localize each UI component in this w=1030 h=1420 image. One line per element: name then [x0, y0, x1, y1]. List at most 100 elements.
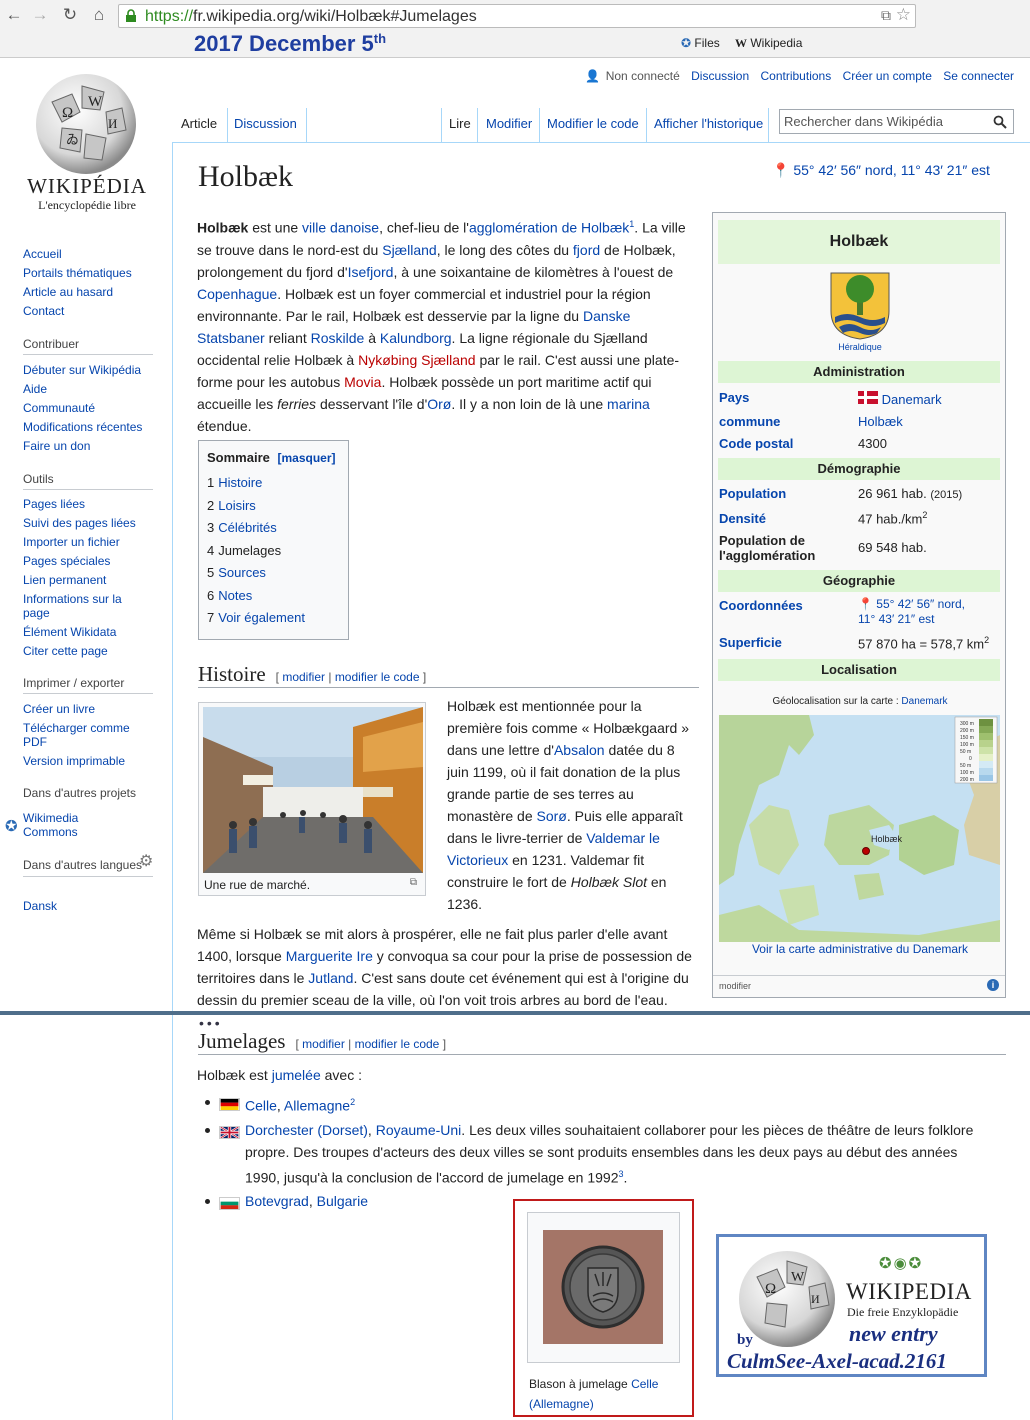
toc-item[interactable]: 3 Célébrités: [207, 517, 340, 540]
celle-emblem-image[interactable]: [527, 1212, 680, 1363]
intro-paragraph: Holbæk est une ville danoise, chef-lieu …: [197, 219, 686, 434]
tab-separator: [768, 108, 769, 142]
tab-article[interactable]: Article: [181, 116, 217, 140]
toplink-login[interactable]: Se connecter: [943, 69, 1014, 83]
translate-icon[interactable]: ⧉: [881, 7, 891, 24]
sidebar-item-portails[interactable]: Portails thématiques: [23, 264, 132, 283]
toc-item[interactable]: 7 Voir également: [207, 607, 340, 630]
info-icon[interactable]: i: [987, 979, 999, 991]
sidebar-item-contact[interactable]: Contact: [23, 302, 132, 321]
sidebar-item-wikidata[interactable]: Élément Wikidata: [23, 623, 138, 642]
city-link[interactable]: Celle: [245, 1098, 277, 1114]
edit-code-link[interactable]: modifier le code: [355, 1037, 440, 1051]
search-icon[interactable]: [993, 115, 1007, 129]
date-annotation: 2017 December 5th: [194, 31, 387, 56]
tab-historique[interactable]: Afficher l'historique: [654, 116, 763, 140]
country-link[interactable]: Royaume-Uni: [376, 1122, 462, 1138]
commune-link[interactable]: Holbæk: [858, 414, 903, 429]
edit-code-link[interactable]: modifier le code: [335, 670, 420, 684]
market-street-image[interactable]: Une rue de marché. ⧉: [198, 702, 426, 896]
infobox-coordinates[interactable]: 📍 55° 42′ 56″ nord, 11° 43′ 21″ est: [858, 597, 965, 627]
sidebar-item-suivi[interactable]: Suivi des pages liées: [23, 514, 138, 533]
sidebar-item-pages-liees[interactable]: Pages liées: [23, 495, 138, 514]
toplink-discussion[interactable]: Discussion: [691, 69, 749, 83]
address-bar[interactable]: https://fr.wikipedia.org/wiki/Holbæk#Jum…: [118, 4, 916, 28]
sidebar-item-pdf[interactable]: Télécharger comme PDF: [23, 721, 143, 749]
location-map[interactable]: Holbæk 300 m 200 m 150 m 100 m 50 m 0 50…: [719, 715, 1000, 942]
reload-icon[interactable]: ↻: [60, 5, 80, 25]
enlarge-icon[interactable]: ⧉: [410, 877, 417, 888]
infobox-edit-link[interactable]: modifier: [719, 981, 751, 991]
tab-modifier-code[interactable]: Modifier le code: [547, 116, 639, 140]
country-link[interactable]: Allemagne: [284, 1098, 350, 1114]
sidebar-item-aide[interactable]: Aide: [23, 380, 142, 399]
badge-tagline: Die freie Enzyklopädie: [847, 1305, 959, 1319]
admin-map-link[interactable]: Voir la carte administrative du Danemark: [713, 942, 1007, 956]
tab-modifier[interactable]: Modifier: [486, 116, 532, 140]
legend-label: 0: [969, 756, 972, 762]
toplink-contributions[interactable]: Contributions: [761, 69, 832, 83]
city-link[interactable]: Dorchester (Dorset): [245, 1122, 368, 1138]
sidebar-item-dansk[interactable]: Dansk: [23, 897, 57, 916]
toc-toggle[interactable]: [masquer]: [278, 451, 336, 465]
wikipedia-wordmark: WIKIPÉDIA: [27, 174, 147, 198]
sidebar-heading-outils: Outils: [23, 472, 153, 490]
svg-text:И: И: [811, 1292, 820, 1306]
heraldique-link[interactable]: Héraldique: [713, 342, 1007, 352]
toc-item[interactable]: 1 Histoire: [207, 472, 340, 495]
title-coordinates[interactable]: 📍 55° 42′ 56″ nord, 11° 43′ 21″ est: [772, 162, 990, 179]
geo-link[interactable]: Danemark: [901, 696, 947, 707]
svg-text:W: W: [88, 94, 103, 110]
pays-link[interactable]: Danemark: [882, 392, 942, 407]
svg-text:W: W: [791, 1270, 805, 1285]
bookmark-wikipedia[interactable]: W Wikipedia: [735, 36, 802, 51]
coat-of-arms[interactable]: [829, 271, 891, 341]
sidebar-item-accueil[interactable]: Accueil: [23, 245, 132, 264]
toc-item[interactable]: 6 Notes: [207, 585, 340, 608]
country-link[interactable]: Bulgarie: [317, 1193, 368, 1209]
infobox-label: Coordonnées: [719, 598, 803, 613]
badge-by: by: [737, 1332, 753, 1348]
back-icon[interactable]: ←: [4, 5, 24, 25]
svg-text:Ω: Ω: [765, 1281, 776, 1297]
bookmark-files[interactable]: ✪ Files: [681, 36, 720, 50]
holbaek-marker: [862, 847, 870, 855]
sidebar-item-permanent[interactable]: Lien permanent: [23, 571, 138, 590]
sidebar-item-citer[interactable]: Citer cette page: [23, 642, 138, 661]
infobox-label: Densité: [719, 511, 766, 526]
infobox-label: Population: [719, 486, 787, 501]
jumelee-link[interactable]: jumelée: [272, 1067, 321, 1083]
tab-lire[interactable]: Lire: [449, 116, 471, 140]
jumelages-lead: Holbæk est jumelée avec :: [197, 1067, 362, 1083]
edit-link[interactable]: modifier: [302, 1037, 345, 1051]
ref-link[interactable]: 3: [619, 1169, 624, 1179]
city-link[interactable]: Botevgrad: [245, 1193, 309, 1209]
infobox-label: commune: [719, 414, 781, 429]
sidebar-item-informations[interactable]: Informations sur la page: [23, 592, 138, 620]
home-icon[interactable]: ⌂: [89, 5, 109, 25]
infobox-label: Code postal: [719, 436, 794, 451]
sidebar-item-imprimable[interactable]: Version imprimable: [23, 752, 143, 771]
page-title: Holbæk: [198, 160, 294, 193]
forward-icon[interactable]: →: [30, 5, 50, 25]
sidebar-item-don[interactable]: Faire un don: [23, 437, 142, 456]
edit-link[interactable]: modifier: [282, 670, 325, 684]
sidebar-item-commons[interactable]: Wikimedia Commons: [23, 811, 93, 839]
legend-label: 50 m: [960, 749, 971, 755]
search-input[interactable]: Rechercher dans Wikipédia: [779, 109, 1014, 134]
tab-discussion[interactable]: Discussion: [234, 116, 297, 140]
toc-item[interactable]: 2 Loisirs: [207, 495, 340, 518]
sidebar-item-communaute[interactable]: Communauté: [23, 399, 142, 418]
gear-icon[interactable]: ⚙: [139, 851, 153, 871]
star-icon[interactable]: ☆: [896, 5, 911, 25]
sidebar-item-modifications[interactable]: Modifications récentes: [23, 418, 142, 437]
sidebar-item-speciales[interactable]: Pages spéciales: [23, 552, 138, 571]
sidebar-item-importer[interactable]: Importer un fichier: [23, 533, 138, 552]
sidebar-item-livre[interactable]: Créer un livre: [23, 700, 143, 719]
toplink-create-account[interactable]: Créer un compte: [843, 69, 932, 83]
toc-item[interactable]: 4 Jumelages: [207, 540, 340, 563]
ref-link[interactable]: 2: [350, 1097, 355, 1107]
toc-item[interactable]: 5 Sources: [207, 562, 340, 585]
sidebar-item-debuter[interactable]: Débuter sur Wikipédia: [23, 361, 142, 380]
sidebar-item-hasard[interactable]: Article au hasard: [23, 283, 132, 302]
